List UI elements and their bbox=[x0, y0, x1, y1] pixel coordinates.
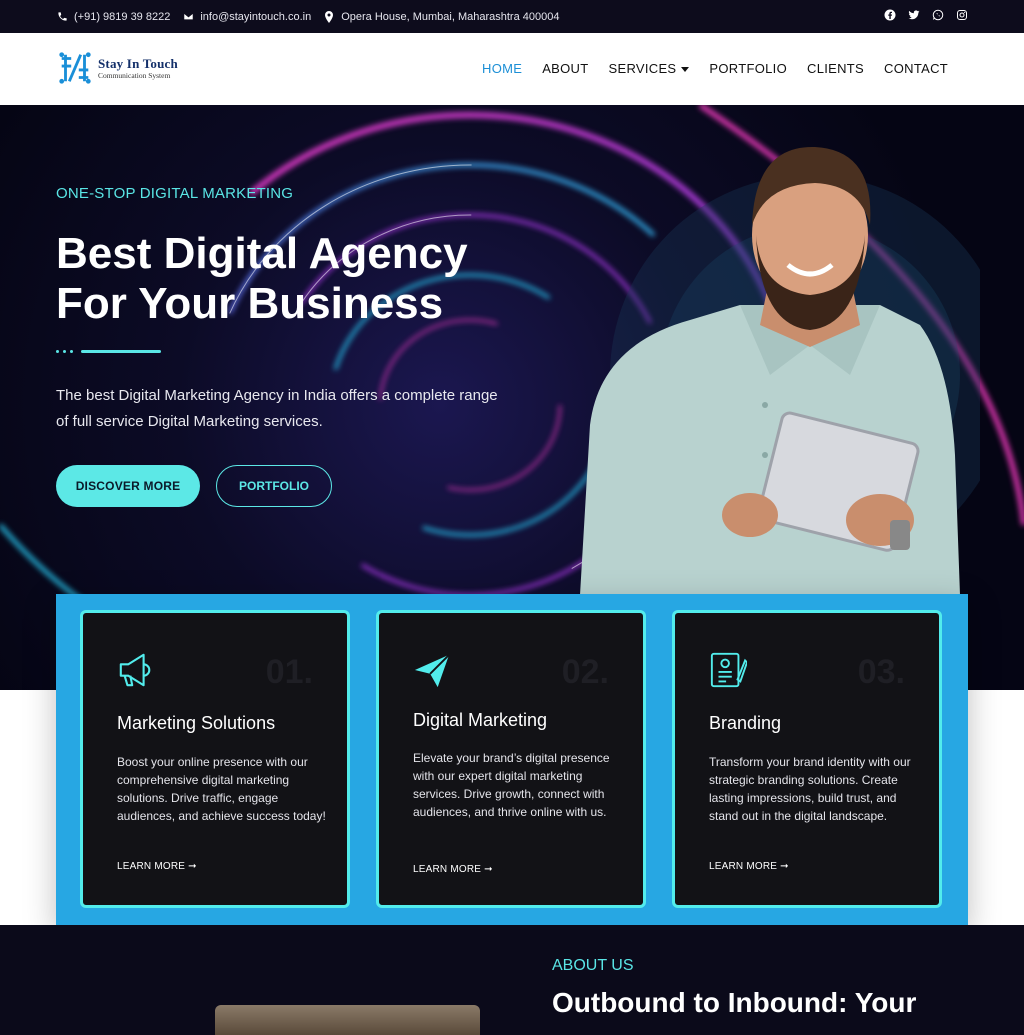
nav-portfolio[interactable]: PORTFOLIO bbox=[709, 61, 787, 76]
phone-contact[interactable]: (+91) 9819 39 8222 bbox=[56, 11, 170, 23]
social-links bbox=[884, 9, 968, 21]
card-text: Elevate your brand’s digital presence wi… bbox=[413, 751, 610, 819]
address-contact: Opera House, Mumbai, Maharashtra 400004 bbox=[323, 10, 560, 23]
facebook-icon[interactable] bbox=[884, 9, 896, 21]
site-header: Stay In Touch Communication System HOME … bbox=[0, 33, 1024, 105]
main-nav: HOME ABOUT SERVICES PORTFOLIO CLIENTS CO… bbox=[482, 61, 948, 76]
hero-title-line1: Best Digital Agency bbox=[56, 229, 468, 278]
hero-description: The best Digital Marketing Agency in Ind… bbox=[56, 387, 498, 430]
service-card-marketing-solutions[interactable]: 01. Marketing Solutions Boost your onlin… bbox=[80, 610, 350, 908]
about-label: ABOUT US bbox=[552, 957, 634, 974]
discover-more-button[interactable]: DISCOVER MORE bbox=[56, 465, 200, 507]
paper-plane-icon bbox=[414, 654, 450, 688]
nav-about[interactable]: ABOUT bbox=[542, 61, 588, 76]
about-heading: Outbound to Inbound: Your bbox=[552, 987, 917, 1018]
card-text: Transform your brand identity with our s… bbox=[709, 755, 911, 823]
megaphone-icon bbox=[119, 653, 151, 687]
about-section: ABOUT US Outbound to Inbound: Your bbox=[0, 925, 1024, 1035]
hero-divider bbox=[56, 350, 161, 353]
learn-more-link[interactable]: LEARN MORE ➞ bbox=[413, 864, 493, 875]
phone-icon bbox=[56, 11, 68, 23]
address-text: Opera House, Mumbai, Maharashtra 400004 bbox=[341, 10, 560, 23]
hero-eyebrow: ONE-STOP DIGITAL MARKETING bbox=[56, 185, 294, 202]
envelope-icon bbox=[182, 11, 194, 23]
nav-services[interactable]: SERVICES bbox=[609, 61, 690, 76]
card-title: Branding bbox=[709, 713, 782, 733]
card-title: Digital Marketing bbox=[413, 710, 548, 730]
map-pin-icon bbox=[323, 10, 335, 23]
service-card-branding[interactable]: 03. Branding Transform your brand identi… bbox=[672, 610, 942, 908]
caret-down-icon bbox=[681, 67, 690, 73]
card-number: 02. bbox=[561, 653, 609, 691]
whatsapp-icon[interactable] bbox=[932, 9, 944, 21]
learn-more-link[interactable]: LEARN MORE ➞ bbox=[709, 861, 789, 872]
learn-more-link[interactable]: LEARN MORE ➞ bbox=[117, 861, 197, 872]
logo-subtitle: Communication System bbox=[98, 70, 171, 80]
logo-mark-icon bbox=[59, 52, 91, 84]
nav-clients[interactable]: CLIENTS bbox=[807, 61, 864, 76]
card-number: 01. bbox=[265, 653, 313, 691]
site-logo[interactable]: Stay In Touch Communication System bbox=[56, 49, 178, 87]
instagram-icon[interactable] bbox=[956, 9, 968, 21]
email-contact[interactable]: info@stayintouch.co.in bbox=[182, 11, 311, 23]
top-bar: (+91) 9819 39 8222 info@stayintouch.co.i… bbox=[0, 0, 1024, 33]
email-text: info@stayintouch.co.in bbox=[200, 10, 312, 23]
businessman-with-tablet-image bbox=[580, 146, 980, 595]
card-number: 03. bbox=[857, 653, 905, 691]
document-pen-icon bbox=[710, 652, 747, 688]
nav-contact[interactable]: CONTACT bbox=[884, 61, 948, 76]
hero-title: Best Digital Agency For Your Business bbox=[56, 229, 526, 329]
about-image bbox=[215, 1005, 480, 1035]
nav-services-label: SERVICES bbox=[608, 61, 677, 76]
card-title: Marketing Solutions bbox=[117, 713, 276, 733]
portfolio-button[interactable]: PORTFOLIO bbox=[216, 465, 332, 507]
twitter-icon[interactable] bbox=[908, 9, 920, 21]
service-card-digital-marketing[interactable]: 02. Digital Marketing Elevate your brand… bbox=[376, 610, 646, 908]
services-panel: 01. Marketing Solutions Boost your onlin… bbox=[56, 594, 968, 925]
hero-title-line2: For Your Business bbox=[56, 279, 444, 328]
nav-home[interactable]: HOME bbox=[482, 61, 522, 76]
logo-title: Stay In Touch bbox=[98, 55, 178, 71]
phone-text: (+91) 9819 39 8222 bbox=[74, 10, 171, 23]
card-text: Boost your online presence with our comp… bbox=[117, 755, 326, 823]
